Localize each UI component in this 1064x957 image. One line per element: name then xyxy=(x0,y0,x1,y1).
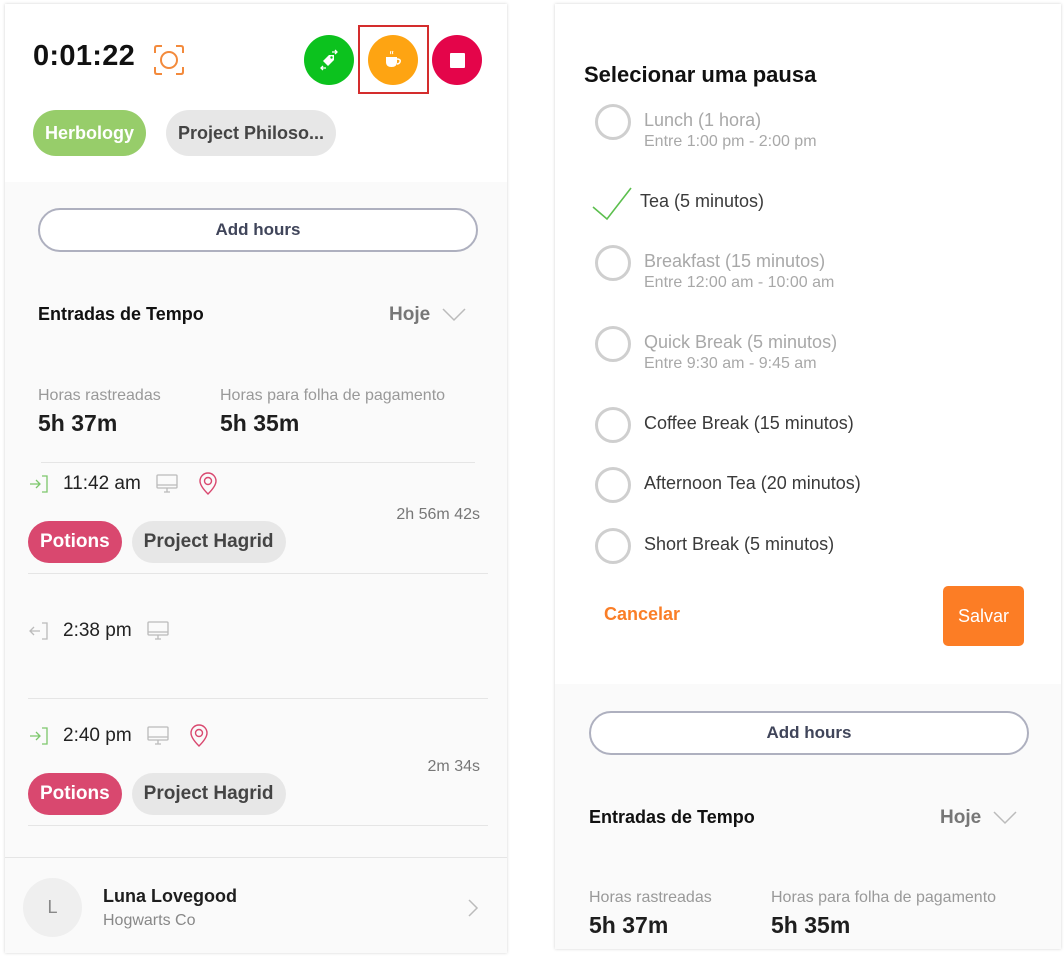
option-name: Afternoon Tea (20 minutos) xyxy=(644,473,861,493)
tag-switch-icon xyxy=(320,49,338,71)
location-pin-icon xyxy=(199,472,217,495)
tracked-hours-label: Horas rastreadas xyxy=(38,387,161,404)
stop-icon xyxy=(449,52,465,68)
time-entries-title: Entradas de Tempo xyxy=(38,304,204,324)
time-entry[interactable]: 11:42 am 2h 56m 42s Potions Project Hagr… xyxy=(5,466,507,574)
option-name: Short Break (5 minutos) xyxy=(644,534,835,554)
break-option-lunch[interactable]: Lunch (1 hora) Entre 1:00 pm - 2:00 pm xyxy=(595,104,817,153)
range-dropdown[interactable]: Hoje xyxy=(389,304,466,326)
break-option-breakfast[interactable]: Breakfast (15 minutos) Entre 12:00 am - … xyxy=(595,245,834,294)
clock-in-icon xyxy=(30,475,48,493)
chevron-down-icon xyxy=(442,308,466,322)
time-entry[interactable]: 2:40 pm 2m 34s Potions Project Hagrid xyxy=(5,718,507,826)
payroll-hours-label: Horas para folha de pagamento xyxy=(220,387,446,404)
timer-header: 0:01:22 Herbology Project Philoso... xyxy=(5,4,507,182)
user-name: Luna Lovegood xyxy=(103,886,237,906)
project-tag: Project Hagrid xyxy=(131,773,286,815)
stop-timer-button[interactable] xyxy=(432,35,482,85)
range-value: Hoje xyxy=(389,304,431,325)
break-option-tea[interactable]: Tea (5 minutos) xyxy=(592,185,765,221)
add-hours-button[interactable]: Add hours xyxy=(38,208,478,252)
desktop-icon xyxy=(156,474,178,493)
option-name: Lunch (1 hora) xyxy=(644,110,762,130)
radio-button[interactable] xyxy=(595,407,631,443)
entry-time: 11:42 am xyxy=(63,473,141,494)
break-selection-dialog: Selecionar uma pausa Lunch (1 hora) Entr… xyxy=(555,4,1061,684)
task-tag: Potions xyxy=(28,773,122,815)
option-name: Coffee Break (15 minutos) xyxy=(644,413,854,433)
option-window: Entre 1:00 pm - 2:00 pm xyxy=(644,133,817,150)
range-dropdown[interactable]: Hoje xyxy=(940,807,1017,829)
radio-button[interactable] xyxy=(595,104,631,140)
radio-button[interactable] xyxy=(595,326,631,362)
chevron-right-icon xyxy=(468,899,479,917)
break-option-short-break[interactable]: Short Break (5 minutos) xyxy=(595,528,834,564)
entry-duration: 2h 56m 42s xyxy=(396,506,480,523)
checkmark-icon[interactable] xyxy=(591,185,633,221)
payroll-hours-value: 5h 35m xyxy=(220,410,300,436)
clock-in-icon xyxy=(30,727,48,745)
option-name: Breakfast (15 minutos) xyxy=(644,251,826,271)
radio-button[interactable] xyxy=(595,467,631,503)
range-value: Hoje xyxy=(940,807,982,828)
add-hours-button[interactable]: Add hours xyxy=(589,711,1029,755)
time-entry[interactable]: 2:38 pm xyxy=(5,576,507,698)
time-entries-title: Entradas de Tempo xyxy=(589,807,755,827)
divider xyxy=(28,698,488,699)
divider xyxy=(28,573,488,574)
break-panel: Selecionar uma pausa Lunch (1 hora) Entr… xyxy=(555,4,1061,949)
dialog-title: Selecionar uma pausa xyxy=(584,62,817,87)
option-name: Tea (5 minutos) xyxy=(640,191,765,211)
coffee-cup-icon xyxy=(386,50,401,67)
desktop-icon xyxy=(147,726,169,745)
avatar: L xyxy=(23,878,82,937)
entry-duration: 2m 34s xyxy=(427,758,480,775)
break-option-afternoon-tea[interactable]: Afternoon Tea (20 minutos) xyxy=(595,467,861,503)
break-option-quick-break[interactable]: Quick Break (5 minutos) Entre 9:30 am - … xyxy=(595,326,837,375)
take-break-button[interactable] xyxy=(368,35,418,85)
tracked-hours-value: 5h 37m xyxy=(589,912,669,938)
switch-task-button[interactable] xyxy=(304,35,354,85)
break-option-coffee-break[interactable]: Coffee Break (15 minutos) xyxy=(595,407,854,443)
user-profile-footer[interactable]: L Luna Lovegood Hogwarts Co xyxy=(5,857,507,953)
chevron-down-icon xyxy=(993,811,1017,825)
radio-button[interactable] xyxy=(595,245,631,281)
project-tag[interactable]: Project Philoso... xyxy=(166,110,337,156)
task-tag[interactable]: Herbology xyxy=(33,110,147,156)
task-tag: Potions xyxy=(28,521,122,563)
tracked-hours-value: 5h 37m xyxy=(38,410,118,436)
current-task-tags: Herbology Project Philoso... xyxy=(33,110,337,156)
payroll-hours-label: Horas para folha de pagamento xyxy=(771,889,997,906)
timer-panel: 0:01:22 Herbology Project Philoso... Add… xyxy=(5,4,507,953)
divider xyxy=(28,825,488,826)
radio-button[interactable] xyxy=(595,528,631,564)
elapsed-timer: 0:01:22 xyxy=(33,40,136,72)
save-button[interactable]: Salvar xyxy=(943,586,1024,646)
desktop-icon xyxy=(147,621,169,640)
tracked-hours-label: Horas rastreadas xyxy=(589,889,712,906)
entry-time: 2:40 pm xyxy=(63,725,132,746)
clock-out-icon xyxy=(29,622,48,640)
screenshot-scan-icon[interactable] xyxy=(153,44,185,76)
project-tag: Project Hagrid xyxy=(131,521,286,563)
location-pin-icon xyxy=(189,724,208,747)
divider xyxy=(41,462,475,463)
option-name: Quick Break (5 minutos) xyxy=(644,332,838,352)
entry-time: 2:38 pm xyxy=(63,620,132,641)
user-company: Hogwarts Co xyxy=(103,912,196,929)
cancel-button[interactable]: Cancelar xyxy=(604,604,680,625)
option-window: Entre 9:30 am - 9:45 am xyxy=(644,355,817,372)
option-window: Entre 12:00 am - 10:00 am xyxy=(644,274,835,291)
payroll-hours-value: 5h 35m xyxy=(771,912,851,938)
